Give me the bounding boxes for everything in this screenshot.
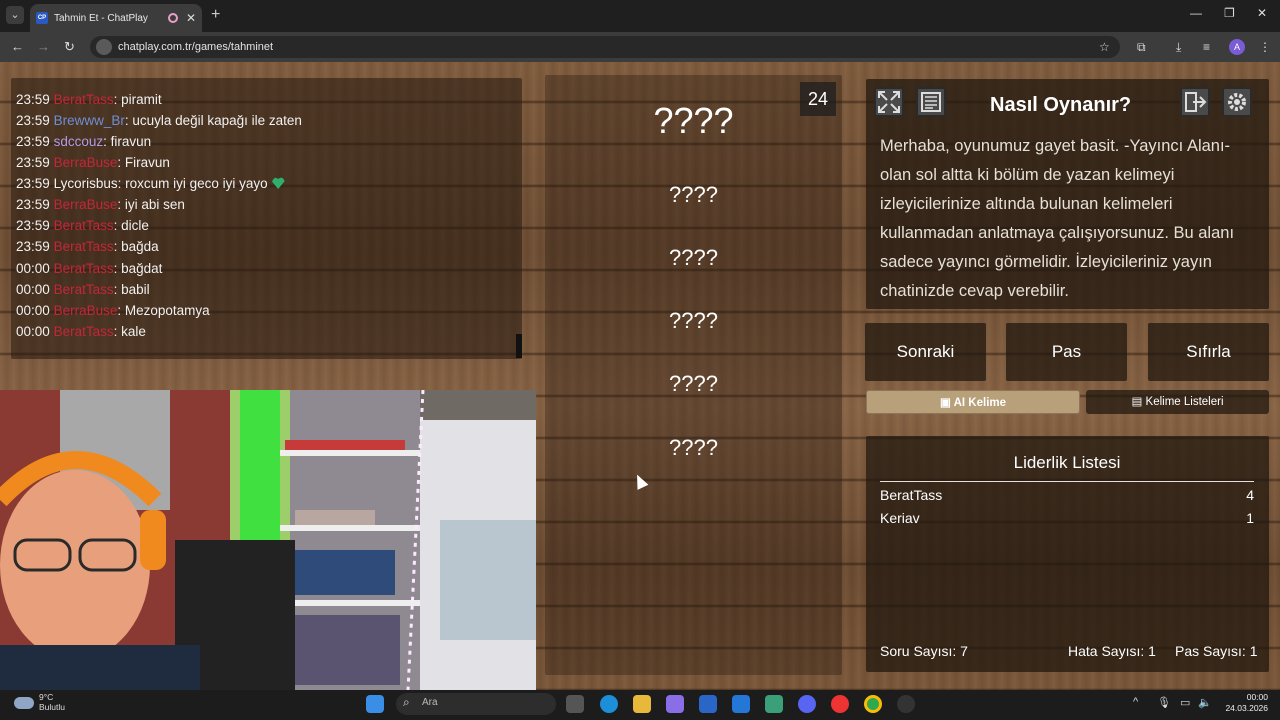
- error-count: Hata Sayısı: 1: [1068, 643, 1156, 659]
- minimize-icon[interactable]: —: [1190, 6, 1202, 20]
- store-icon[interactable]: [699, 695, 717, 713]
- chat-message: 23:59 sdccouz: firavun: [16, 134, 152, 149]
- browser-tabstrip: ⌄ CP Tahmin Et - ChatPlay ✕ + — ❐ ✕: [0, 0, 1280, 32]
- how-to-play-title: Nasıl Oynanır?: [990, 94, 1132, 116]
- obs-icon[interactable]: [897, 695, 915, 713]
- ai-word-button[interactable]: ▣ AI Kelime: [866, 390, 1080, 414]
- pass-count: Pas Sayısı: 1: [1175, 643, 1258, 659]
- chat-message: 23:59 BeratTass: piramit: [16, 92, 162, 107]
- forbidden-word: ????: [669, 245, 718, 270]
- forward-icon[interactable]: →: [37, 39, 50, 54]
- pass-button[interactable]: Pas: [1006, 323, 1127, 381]
- file-explorer-icon[interactable]: [633, 695, 651, 713]
- chat-message: 23:59 BerraBuse: iyi abi sen: [16, 197, 185, 212]
- settings-gear-icon[interactable]: [1222, 87, 1252, 117]
- forbidden-word: ????: [669, 182, 718, 207]
- task-view-icon[interactable]: [566, 695, 584, 713]
- discord-icon[interactable]: [798, 695, 816, 713]
- maximize-icon[interactable]: ❐: [1224, 6, 1235, 20]
- forbidden-word: ????: [669, 308, 718, 333]
- green-heart-emoji: [271, 177, 285, 189]
- chat-message: 00:00 BerraBuse: Mezopotamya: [16, 303, 210, 318]
- cloud-icon[interactable]: [14, 697, 34, 709]
- download-icon[interactable]: ⤓: [1176, 40, 1181, 55]
- volume-icon[interactable]: 🔈: [1198, 696, 1212, 709]
- tab-favicon: CP: [36, 12, 48, 24]
- notepad-icon: ▤: [1131, 396, 1146, 408]
- how-to-play-text: Merhaba, oyunumuz gayet basit. -Yayıncı …: [880, 137, 1235, 300]
- chat-message: 23:59 Brewww_Br: ucuyla değil kapağı ile…: [16, 113, 302, 128]
- search-placeholder[interactable]: Ara: [422, 697, 438, 708]
- active-tab[interactable]: CP Tahmin Et - ChatPlay ✕: [30, 4, 202, 32]
- reload-icon[interactable]: ↻: [64, 39, 75, 55]
- copilot-icon[interactable]: [666, 695, 684, 713]
- start-icon[interactable]: [366, 695, 384, 713]
- chat-message: 23:59 BerraBuse: Firavun: [16, 155, 170, 170]
- chat-message: 00:00 BeratTass: kale: [16, 324, 146, 339]
- tab-close-icon[interactable]: ✕: [186, 11, 196, 25]
- weather-widget[interactable]: 9°C Bulutlu: [39, 692, 65, 712]
- next-button[interactable]: Sonraki: [865, 323, 986, 381]
- leaderboard-row: BeratTass 4: [880, 487, 1254, 503]
- microphone-icon[interactable]: 🎙: [1157, 696, 1171, 709]
- tab-title: Tahmin Et - ChatPlay: [54, 12, 148, 24]
- word-lists-button[interactable]: ▤ Kelime Listeleri: [1086, 390, 1269, 414]
- forbidden-word: ????: [669, 371, 718, 396]
- new-tab-button[interactable]: +: [211, 6, 220, 24]
- tab-search-button[interactable]: ⌄: [6, 6, 24, 24]
- chat-message: 23:59 BeratTass: dicle: [16, 218, 149, 233]
- network-icon[interactable]: ▭: [1180, 696, 1190, 709]
- webcam-image: [0, 390, 536, 690]
- leaderboard-row: Keriav 1: [880, 510, 1254, 526]
- profile-avatar[interactable]: A: [1229, 39, 1245, 55]
- chat-message: 23:59 BeratTass: bağda: [16, 239, 159, 254]
- news-icon[interactable]: [916, 87, 946, 117]
- recording-icon: [167, 13, 178, 23]
- reset-button[interactable]: Sıfırla: [1148, 323, 1269, 381]
- robot-icon: ▣: [939, 397, 954, 409]
- edge-icon[interactable]: [600, 695, 618, 713]
- window-close-icon[interactable]: ✕: [1257, 6, 1267, 20]
- back-icon[interactable]: ←: [11, 39, 24, 54]
- question-count: Soru Sayısı: 7: [880, 643, 968, 659]
- outlook-icon[interactable]: [732, 695, 750, 713]
- search-icon: ⌕: [403, 695, 410, 709]
- bookmark-star-icon[interactable]: ☆: [1099, 40, 1110, 54]
- opera-icon[interactable]: [831, 695, 849, 713]
- media-icon[interactable]: ≡: [1203, 40, 1210, 54]
- taskbar-search[interactable]: [396, 693, 556, 715]
- site-info-icon[interactable]: [96, 39, 112, 55]
- url-text[interactable]: chatplay.com.tr/games/tahminet: [118, 41, 273, 53]
- main-word: ????: [653, 100, 734, 141]
- chrome-icon[interactable]: [864, 695, 882, 713]
- chat-scrollbar[interactable]: [516, 334, 522, 358]
- chat-message: 00:00 BeratTass: babil: [16, 282, 150, 297]
- chat-message: 00:00 BeratTass: bağdat: [16, 261, 163, 276]
- browser-menu-icon[interactable]: ⋮: [1259, 40, 1271, 54]
- chat-message: 23:59 Lycorisbus: roxcum iyi geco iyi ya…: [16, 176, 285, 191]
- tray-chevron-icon[interactable]: ^: [1133, 696, 1138, 708]
- fullscreen-icon[interactable]: [874, 87, 904, 117]
- exit-icon[interactable]: [1180, 87, 1210, 117]
- webcam-feed: [0, 390, 536, 690]
- extensions-icon[interactable]: ⧉: [1137, 40, 1146, 55]
- taskbar-clock[interactable]: 00:00 24.03.2026: [1220, 692, 1268, 714]
- photos-icon[interactable]: [765, 695, 783, 713]
- leaderboard-title: Liderlik Listesi: [880, 453, 1254, 482]
- forbidden-word: ????: [669, 435, 718, 460]
